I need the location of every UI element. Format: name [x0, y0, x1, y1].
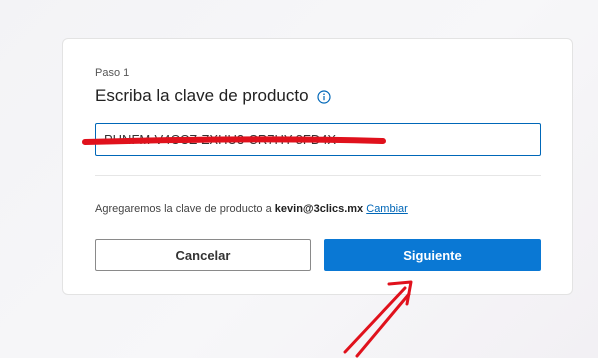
account-email: kevin@3clics.mx — [274, 203, 364, 215]
product-key-input[interactable] — [95, 123, 541, 156]
product-key-dialog: Paso 1 Escriba la clave de producto Agre… — [62, 38, 573, 295]
dialog-title-row: Escriba la clave de producto — [95, 86, 331, 106]
page-title: Escriba la clave de producto — [95, 86, 309, 105]
cancel-button[interactable]: Cancelar — [95, 239, 311, 271]
account-text: Agregaremos la clave de producto a — [95, 203, 272, 215]
info-circle-icon[interactable] — [316, 89, 331, 104]
account-line: Agregaremos la clave de producto a kevin… — [95, 203, 408, 215]
divider — [95, 175, 541, 176]
next-button[interactable]: Siguiente — [324, 239, 541, 271]
step-label: Paso 1 — [95, 67, 130, 79]
change-account-link[interactable]: Cambiar — [366, 203, 408, 215]
